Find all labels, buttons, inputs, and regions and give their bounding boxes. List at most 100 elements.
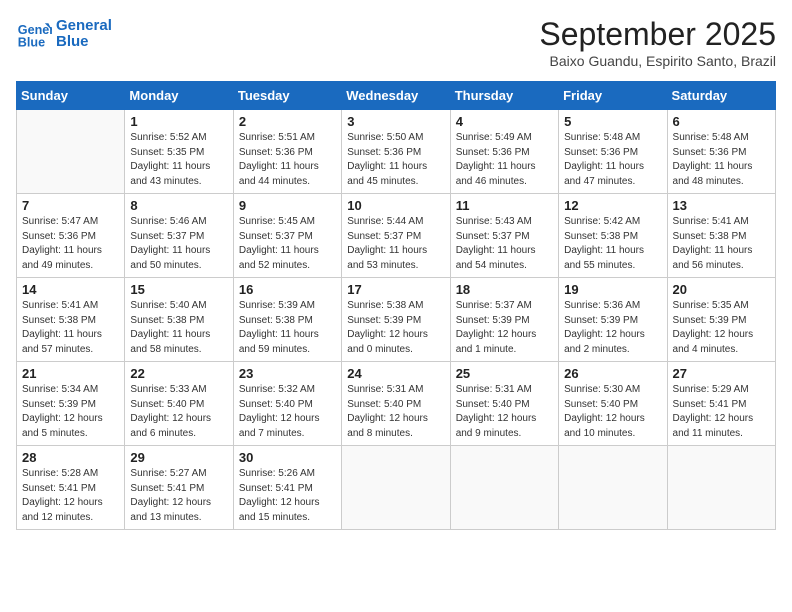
day-number: 8 <box>130 198 227 213</box>
day-info: Sunrise: 5:37 AMSunset: 5:39 PMDaylight:… <box>456 299 553 357</box>
day-info: Sunrise: 5:41 AMSunset: 5:38 PMDaylight:… <box>673 215 770 273</box>
calendar-cell: 26Sunrise: 5:30 AMSunset: 5:40 PMDayligh… <box>559 362 667 446</box>
calendar-week-row: 7 Sunrise: 5:47 AMSunset: 5:36 PMDaylight… <box>17 194 776 278</box>
calendar-cell: 25Sunrise: 5:31 AMSunset: 5:40 PMDayligh… <box>450 362 558 446</box>
day-number: 29 <box>130 450 227 465</box>
calendar-week-row: 1 Sunrise: 5:52 AMSunset: 5:35 PMDaylight… <box>17 110 776 194</box>
day-info: Sunrise: 5:52 AMSunset: 5:35 PMDaylight:… <box>130 131 227 189</box>
day-info: Sunrise: 5:26 AMSunset: 5:41 PMDaylight:… <box>239 467 336 525</box>
day-number: 30 <box>239 450 336 465</box>
calendar-cell: 24 Sunrise: 5:31 AMSunset: 5:40 PMDayligh… <box>342 362 450 446</box>
calendar-cell: 11 Sunrise: 5:43 AMSunset: 5:37 PMDayligh… <box>450 194 558 278</box>
day-info: Sunrise: 5:29 AMSunset: 5:41 PMDaylight:… <box>673 383 770 441</box>
logo-text-line1: General <box>56 18 112 35</box>
day-number: 5 <box>564 114 661 129</box>
day-info: Sunrise: 5:47 AMSunset: 5:36 PMDaylight:… <box>22 215 119 273</box>
day-number: 9 <box>239 198 336 213</box>
day-info: Sunrise: 5:36 AMSunset: 5:39 PMDaylight:… <box>564 299 661 357</box>
calendar-cell: 13 Sunrise: 5:41 AMSunset: 5:38 PMDayligh… <box>667 194 775 278</box>
day-number: 10 <box>347 198 444 213</box>
weekday-header: Wednesday <box>342 82 450 110</box>
day-number: 16 <box>239 282 336 297</box>
day-number: 11 <box>456 198 553 213</box>
calendar-cell <box>559 446 667 530</box>
day-info: Sunrise: 5:48 AMSunset: 5:36 PMDaylight:… <box>673 131 770 189</box>
calendar-cell: 20 Sunrise: 5:35 AMSunset: 5:39 PMDayligh… <box>667 278 775 362</box>
day-number: 24 <box>347 366 444 381</box>
calendar-cell: 16 Sunrise: 5:39 AMSunset: 5:38 PMDayligh… <box>233 278 341 362</box>
calendar-cell <box>17 110 125 194</box>
calendar-cell: 4Sunrise: 5:49 AMSunset: 5:36 PMDaylight… <box>450 110 558 194</box>
calendar-cell: 29 Sunrise: 5:27 AMSunset: 5:41 PMDayligh… <box>125 446 233 530</box>
day-number: 19 <box>564 282 661 297</box>
day-number: 18 <box>456 282 553 297</box>
day-info: Sunrise: 5:46 AMSunset: 5:37 PMDaylight:… <box>130 215 227 273</box>
day-number: 14 <box>22 282 119 297</box>
calendar-cell: 3 Sunrise: 5:50 AMSunset: 5:36 PMDaylight… <box>342 110 450 194</box>
day-info: Sunrise: 5:51 AMSunset: 5:36 PMDaylight:… <box>239 131 336 189</box>
day-info: Sunrise: 5:48 AMSunset: 5:36 PMDaylight:… <box>564 131 661 189</box>
calendar-cell <box>450 446 558 530</box>
day-info: Sunrise: 5:41 AMSunset: 5:38 PMDaylight:… <box>22 299 119 357</box>
month-title: September 2025 <box>539 16 776 53</box>
day-info: Sunrise: 5:28 AMSunset: 5:41 PMDaylight:… <box>22 467 119 525</box>
calendar-cell: 1 Sunrise: 5:52 AMSunset: 5:35 PMDaylight… <box>125 110 233 194</box>
day-number: 1 <box>130 114 227 129</box>
day-info: Sunrise: 5:38 AMSunset: 5:39 PMDaylight:… <box>347 299 444 357</box>
day-number: 17 <box>347 282 444 297</box>
day-info: Sunrise: 5:31 AMSunset: 5:40 PMDaylight:… <box>347 383 444 441</box>
calendar-cell: 5 Sunrise: 5:48 AMSunset: 5:36 PMDaylight… <box>559 110 667 194</box>
day-number: 3 <box>347 114 444 129</box>
day-number: 12 <box>564 198 661 213</box>
day-info: Sunrise: 5:32 AMSunset: 5:40 PMDaylight:… <box>239 383 336 441</box>
day-info: Sunrise: 5:44 AMSunset: 5:37 PMDaylight:… <box>347 215 444 273</box>
calendar-week-row: 21 Sunrise: 5:34 AMSunset: 5:39 PMDayligh… <box>17 362 776 446</box>
weekday-header: Friday <box>559 82 667 110</box>
weekday-header: Monday <box>125 82 233 110</box>
weekday-header: Saturday <box>667 82 775 110</box>
day-info: Sunrise: 5:42 AMSunset: 5:38 PMDaylight:… <box>564 215 661 273</box>
day-number: 27 <box>673 366 770 381</box>
day-info: Sunrise: 5:50 AMSunset: 5:36 PMDaylight:… <box>347 131 444 189</box>
calendar-cell: 23 Sunrise: 5:32 AMSunset: 5:40 PMDayligh… <box>233 362 341 446</box>
calendar-cell: 14 Sunrise: 5:41 AMSunset: 5:38 PMDayligh… <box>17 278 125 362</box>
day-number: 26 <box>564 366 661 381</box>
calendar-cell <box>667 446 775 530</box>
day-number: 22 <box>130 366 227 381</box>
day-number: 2 <box>239 114 336 129</box>
day-info: Sunrise: 5:45 AMSunset: 5:37 PMDaylight:… <box>239 215 336 273</box>
day-number: 15 <box>130 282 227 297</box>
calendar-cell: 28Sunrise: 5:28 AMSunset: 5:41 PMDayligh… <box>17 446 125 530</box>
calendar-cell: 2 Sunrise: 5:51 AMSunset: 5:36 PMDaylight… <box>233 110 341 194</box>
calendar-cell: 27 Sunrise: 5:29 AMSunset: 5:41 PMDayligh… <box>667 362 775 446</box>
day-info: Sunrise: 5:34 AMSunset: 5:39 PMDaylight:… <box>22 383 119 441</box>
calendar-cell: 8 Sunrise: 5:46 AMSunset: 5:37 PMDaylight… <box>125 194 233 278</box>
day-number: 20 <box>673 282 770 297</box>
calendar-cell: 10 Sunrise: 5:44 AMSunset: 5:37 PMDayligh… <box>342 194 450 278</box>
day-number: 7 <box>22 198 119 213</box>
page-header: General Blue General Blue September 2025… <box>16 16 776 69</box>
day-info: Sunrise: 5:39 AMSunset: 5:38 PMDaylight:… <box>239 299 336 357</box>
day-number: 23 <box>239 366 336 381</box>
day-info: Sunrise: 5:27 AMSunset: 5:41 PMDaylight:… <box>130 467 227 525</box>
day-info: Sunrise: 5:35 AMSunset: 5:39 PMDaylight:… <box>673 299 770 357</box>
day-info: Sunrise: 5:40 AMSunset: 5:38 PMDaylight:… <box>130 299 227 357</box>
day-number: 13 <box>673 198 770 213</box>
weekday-header: Tuesday <box>233 82 341 110</box>
day-number: 6 <box>673 114 770 129</box>
location: Baixo Guandu, Espirito Santo, Brazil <box>539 53 776 69</box>
title-block: September 2025 Baixo Guandu, Espirito Sa… <box>539 16 776 69</box>
calendar-table: SundayMondayTuesdayWednesdayThursdayFrid… <box>16 81 776 530</box>
day-number: 21 <box>22 366 119 381</box>
day-info: Sunrise: 5:31 AMSunset: 5:40 PMDaylight:… <box>456 383 553 441</box>
logo-text-line2: Blue <box>56 34 112 51</box>
calendar-cell: 22Sunrise: 5:33 AMSunset: 5:40 PMDayligh… <box>125 362 233 446</box>
day-info: Sunrise: 5:43 AMSunset: 5:37 PMDaylight:… <box>456 215 553 273</box>
calendar-cell: 17 Sunrise: 5:38 AMSunset: 5:39 PMDayligh… <box>342 278 450 362</box>
weekday-header: Sunday <box>17 82 125 110</box>
calendar-cell: 30 Sunrise: 5:26 AMSunset: 5:41 PMDayligh… <box>233 446 341 530</box>
svg-text:Blue: Blue <box>18 36 45 50</box>
calendar-cell: 12 Sunrise: 5:42 AMSunset: 5:38 PMDayligh… <box>559 194 667 278</box>
calendar-week-row: 28Sunrise: 5:28 AMSunset: 5:41 PMDayligh… <box>17 446 776 530</box>
calendar-week-row: 14 Sunrise: 5:41 AMSunset: 5:38 PMDayligh… <box>17 278 776 362</box>
